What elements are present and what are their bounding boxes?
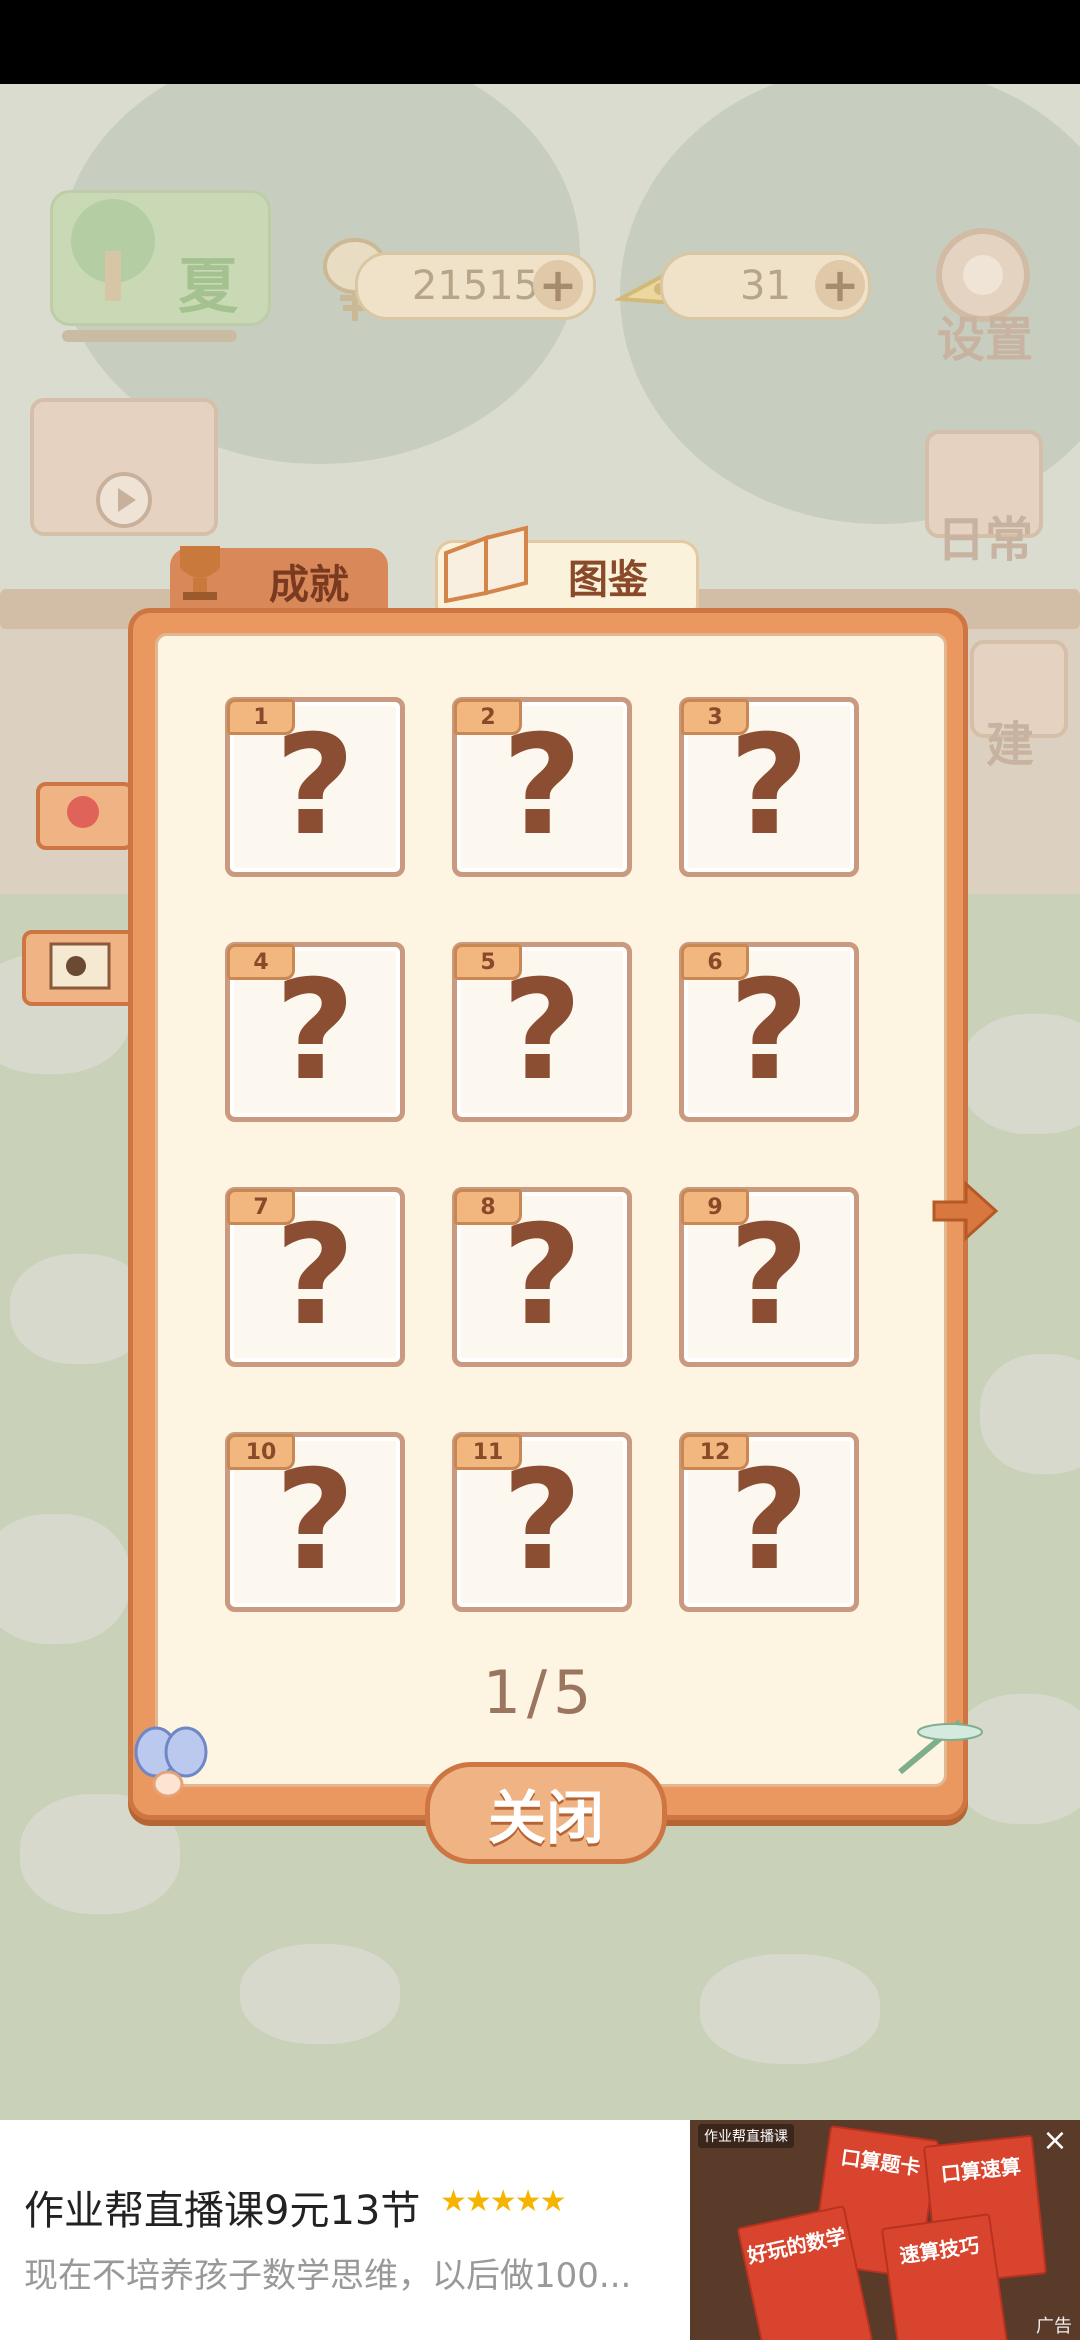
daily-label[interactable]: 日常 — [920, 500, 1050, 570]
season-progress-bar — [62, 330, 237, 342]
watering-video-button[interactable] — [30, 398, 218, 536]
ad-label: 广告 — [1036, 2316, 1072, 2337]
ad-rating-stars: ★★★★★ — [440, 2184, 566, 2219]
fish-count: 21515 — [411, 263, 540, 309]
tab-catalog-label: 图鉴 — [568, 557, 648, 603]
flower-tag-button[interactable] — [36, 782, 134, 850]
ad-banner[interactable]: 作业帮直播课9元13节 ★★★★★ 现在不培养孩子数学思维，以后做100... … — [0, 2120, 1080, 2340]
add-fish-button[interactable]: + — [533, 258, 583, 312]
build-label[interactable]: 建 — [970, 705, 1050, 775]
question-mark-icon: ? — [728, 1439, 810, 1601]
cheese-count: 31 — [740, 263, 791, 309]
status-bar — [0, 0, 1080, 84]
catalog-card[interactable]: 9 ? — [679, 1187, 859, 1367]
rose-icon — [67, 796, 99, 828]
question-mark-icon: ? — [274, 1439, 356, 1601]
settings-label[interactable]: 设置 — [920, 300, 1050, 370]
page-indicator: 1/5 — [482, 1658, 598, 1728]
tab-achievements[interactable]: 成就 — [170, 546, 388, 614]
question-mark-icon: ? — [274, 1194, 356, 1356]
catalog-card[interactable]: 11 ? — [452, 1432, 632, 1612]
question-mark-icon: ? — [501, 1439, 583, 1601]
close-button[interactable]: 关闭 — [425, 1762, 667, 1864]
photo-icon — [49, 942, 111, 990]
ad-brand-label: 作业帮直播课 — [698, 2124, 794, 2148]
catalog-card[interactable]: 3 ? — [679, 697, 859, 877]
arrow-right-icon[interactable] — [930, 1178, 1000, 1244]
play-icon — [96, 472, 152, 528]
catalog-card[interactable]: 1 ? — [225, 697, 405, 877]
question-mark-icon: ? — [728, 1194, 810, 1356]
ad-book: 速算技巧 — [880, 2213, 1010, 2340]
catalog-card[interactable]: 5 ? — [452, 942, 632, 1122]
book-icon — [444, 525, 528, 603]
catalog-card[interactable]: 8 ? — [452, 1187, 632, 1367]
ad-image[interactable]: 作业帮直播课 口算题卡 口算速算 好玩的数学 速算技巧 × 广告 — [690, 2120, 1080, 2340]
question-mark-icon: ? — [501, 1194, 583, 1356]
question-mark-icon: ? — [274, 704, 356, 866]
trophy-icon — [180, 546, 220, 600]
add-cheese-button[interactable]: + — [815, 258, 865, 312]
catalog-card[interactable]: 7 ? — [225, 1187, 405, 1367]
dragonfly-icon — [898, 1719, 983, 1775]
tab-catalog[interactable]: 图鉴 — [435, 525, 699, 612]
catalog-card[interactable]: 10 ? — [225, 1432, 405, 1612]
tab-achievements-label: 成就 — [269, 562, 349, 608]
catalog-card[interactable]: 2 ? — [452, 697, 632, 877]
ad-title[interactable]: 作业帮直播课9元13节 — [24, 2178, 420, 2236]
close-icon[interactable]: × — [1040, 2126, 1070, 2156]
question-mark-icon: ? — [501, 704, 583, 866]
season-label: 夏 — [178, 252, 238, 322]
question-mark-icon: ? — [274, 949, 356, 1111]
catalog-card[interactable]: 6 ? — [679, 942, 859, 1122]
catalog-card[interactable]: 12 ? — [679, 1432, 859, 1612]
catalog-card[interactable]: 4 ? — [225, 942, 405, 1122]
question-mark-icon: ? — [501, 949, 583, 1111]
tree-icon — [71, 199, 155, 301]
question-mark-icon: ? — [728, 704, 810, 866]
butterfly-icon — [134, 1726, 208, 1798]
ad-description[interactable]: 现在不培养孩子数学思维，以后做100... — [24, 2248, 664, 2297]
question-mark-icon: ? — [728, 949, 810, 1111]
